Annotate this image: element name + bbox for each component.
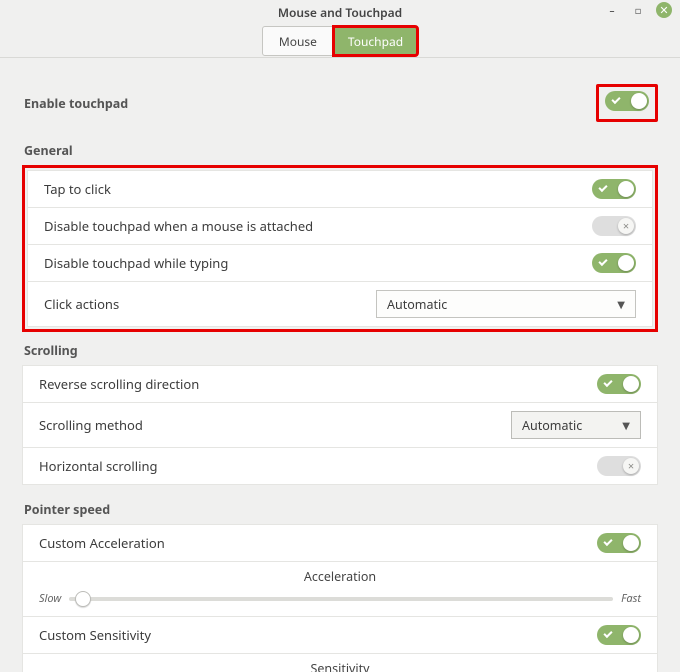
row-custom-sensitivity: Custom Sensitivity	[22, 617, 658, 654]
switch-custom-acceleration[interactable]	[597, 533, 641, 553]
chevron-down-icon: ▼	[617, 297, 625, 311]
row-reverse-scrolling: Reverse scrolling direction	[22, 365, 658, 403]
sensitivity-slider-block: Sensitivity Low High	[22, 654, 658, 672]
label-horizontal-scrolling: Horizontal scrolling	[39, 457, 157, 475]
close-icon: ✕	[659, 3, 668, 18]
row-disable-when-mouse: Disable touchpad when a mouse is attache…	[27, 208, 653, 245]
window-controls: – ▫ ✕	[604, 2, 672, 18]
tab-touchpad[interactable]: Touchpad	[333, 26, 418, 56]
content-area: Enable touchpad General Tap to click Dis…	[0, 58, 680, 672]
section-general-label: General	[22, 132, 658, 165]
switch-disable-when-mouse[interactable]	[592, 216, 636, 236]
tab-mouse[interactable]: Mouse	[262, 26, 334, 56]
label-custom-sensitivity: Custom Sensitivity	[39, 626, 151, 644]
enable-touchpad-label: Enable touchpad	[24, 95, 128, 112]
label-tap-to-click: Tap to click	[44, 180, 111, 198]
section-pointer-speed-label: Pointer speed	[22, 491, 658, 524]
row-custom-acceleration: Custom Acceleration	[22, 524, 658, 562]
select-click-actions-value: Automatic	[387, 296, 447, 313]
acceleration-low-label: Slow	[39, 591, 61, 606]
chevron-down-icon: ▼	[622, 418, 630, 432]
label-disable-while-typing: Disable touchpad while typing	[44, 254, 228, 272]
acceleration-slider[interactable]	[69, 597, 613, 601]
row-scrolling-method: Scrolling method Automatic ▼	[22, 403, 658, 448]
acceleration-slider-block: Acceleration Slow Fast	[22, 562, 658, 617]
sensitivity-header: Sensitivity	[39, 660, 641, 672]
switch-reverse-scrolling[interactable]	[597, 374, 641, 394]
tab-bar: Mouse Touchpad	[0, 24, 680, 58]
highlight-enable-switch	[596, 84, 658, 122]
tab-mouse-label: Mouse	[279, 33, 317, 50]
highlight-general-section: Tap to click Disable touchpad when a mou…	[22, 165, 658, 332]
row-horizontal-scrolling: Horizontal scrolling	[22, 448, 658, 485]
titlebar: Mouse and Touchpad – ▫ ✕	[0, 0, 680, 24]
select-click-actions[interactable]: Automatic ▼	[376, 290, 636, 318]
label-disable-when-mouse: Disable touchpad when a mouse is attache…	[44, 217, 313, 235]
acceleration-header: Acceleration	[39, 568, 641, 585]
acceleration-slider-thumb[interactable]	[75, 591, 91, 607]
row-disable-while-typing: Disable touchpad while typing	[27, 245, 653, 282]
minimize-button[interactable]: –	[604, 2, 620, 18]
acceleration-high-label: Fast	[621, 591, 641, 606]
window-title: Mouse and Touchpad	[278, 4, 402, 21]
switch-tap-to-click[interactable]	[592, 179, 636, 199]
enable-touchpad-switch[interactable]	[605, 91, 649, 111]
label-click-actions: Click actions	[44, 295, 119, 313]
switch-custom-sensitivity[interactable]	[597, 625, 641, 645]
select-scrolling-method-value: Automatic	[522, 417, 582, 434]
label-scrolling-method: Scrolling method	[39, 416, 143, 434]
row-click-actions: Click actions Automatic ▼	[27, 282, 653, 327]
select-scrolling-method[interactable]: Automatic ▼	[511, 411, 641, 439]
switch-horizontal-scrolling[interactable]	[597, 456, 641, 476]
enable-touchpad-row: Enable touchpad	[22, 72, 658, 132]
row-tap-to-click: Tap to click	[27, 170, 653, 208]
section-scrolling-label: Scrolling	[22, 332, 658, 365]
close-button[interactable]: ✕	[656, 2, 672, 18]
label-reverse-scrolling: Reverse scrolling direction	[39, 375, 199, 393]
maximize-button[interactable]: ▫	[630, 2, 646, 18]
tab-touchpad-label: Touchpad	[348, 33, 403, 50]
label-custom-acceleration: Custom Acceleration	[39, 534, 165, 552]
settings-window: Mouse and Touchpad – ▫ ✕ Mouse Touchpad …	[0, 0, 680, 672]
switch-disable-while-typing[interactable]	[592, 253, 636, 273]
